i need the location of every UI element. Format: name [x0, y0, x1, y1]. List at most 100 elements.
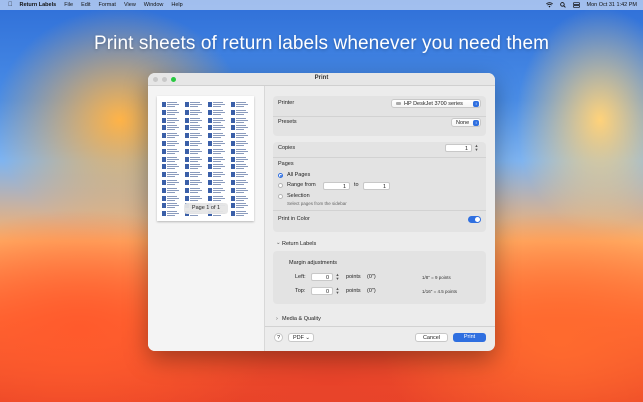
label-line	[190, 119, 202, 121]
wifi-icon[interactable]	[545, 2, 553, 8]
label-line	[213, 174, 225, 176]
label-line	[213, 104, 225, 105]
label-thumbnail	[231, 141, 250, 146]
apple-menu-icon[interactable]: 	[8, 2, 13, 8]
top-margin-stepper[interactable]: ▲ ▼	[335, 286, 340, 296]
label-thumbnail	[162, 187, 181, 193]
control-center-icon[interactable]	[572, 2, 580, 8]
label-thumbnail	[208, 117, 227, 123]
label-logo-icon	[231, 102, 235, 107]
divider	[273, 157, 486, 158]
menu-edit[interactable]: Edit	[81, 2, 90, 8]
label-line	[190, 102, 200, 103]
range-from-field[interactable]: 1	[323, 182, 350, 190]
printer-popup[interactable]: HP DeskJet 3700 series ↕	[391, 99, 481, 108]
top-note: 1/16" = 4.5 points	[422, 289, 457, 294]
all-pages-label: All Pages	[287, 172, 311, 178]
label-logo-icon	[231, 133, 235, 139]
label-line	[190, 150, 202, 152]
label-logo-icon	[185, 187, 189, 193]
media-quality-section[interactable]: Media & Quality	[282, 316, 321, 322]
label-thumbnail	[162, 109, 181, 115]
menu-app-name[interactable]: Return Labels	[20, 2, 57, 8]
menu-bar:  Return Labels File Edit Format View Wi…	[0, 0, 643, 10]
label-logo-icon	[185, 180, 189, 185]
label-line	[167, 176, 175, 178]
label-line	[236, 137, 244, 139]
left-margin-stepper[interactable]: ▲ ▼	[335, 272, 340, 282]
copies-field[interactable]: 1	[445, 144, 472, 152]
pdf-menu-button[interactable]: PDF ⌄	[288, 333, 314, 342]
divider	[273, 210, 486, 211]
label-logo-icon	[162, 133, 166, 139]
return-labels-section[interactable]: Return Labels	[282, 241, 316, 247]
presets-popup[interactable]: None ↕	[451, 118, 481, 127]
preview-sidebar[interactable]: Page 1 of 1	[148, 86, 265, 351]
label-thumbnail	[208, 180, 227, 185]
menu-window[interactable]: Window	[144, 2, 164, 8]
label-line	[236, 113, 244, 115]
label-line	[190, 129, 198, 131]
menu-file[interactable]: File	[64, 2, 73, 8]
label-line	[167, 106, 175, 107]
range-radio[interactable]	[278, 183, 283, 188]
label-line	[213, 148, 223, 150]
label-line	[190, 137, 198, 139]
label-line	[213, 141, 223, 142]
label-thumbnail	[231, 172, 250, 178]
label-line	[167, 215, 175, 217]
label-line	[213, 117, 223, 119]
label-line	[213, 109, 223, 111]
printer-label: Printer	[278, 100, 295, 106]
label-logo-icon	[185, 156, 189, 162]
label-line	[236, 176, 244, 178]
label-line	[167, 104, 179, 105]
menubar-clock[interactable]: Mon Oct 31 1:42 PM	[587, 2, 637, 8]
label-line	[190, 135, 202, 137]
label-line	[213, 187, 223, 189]
label-thumbnail	[231, 148, 250, 154]
copies-stepper[interactable]: ▲ ▼	[474, 143, 479, 153]
label-line	[167, 203, 177, 205]
print-button[interactable]: Print	[453, 333, 486, 342]
label-thumbnail	[162, 117, 181, 123]
label-line	[236, 117, 246, 119]
label-line	[167, 184, 175, 185]
menu-format[interactable]: Format	[99, 2, 116, 8]
print-dialog: Print Page 1 of 1 Printer HP DeskJet 370…	[148, 73, 495, 351]
disclosure-chevron-right-icon[interactable]: ›	[276, 316, 278, 322]
label-line	[190, 133, 200, 135]
all-pages-radio[interactable]	[278, 173, 283, 178]
label-thumbnail	[185, 125, 204, 131]
label-thumbnail	[208, 172, 227, 178]
label-logo-icon	[208, 109, 212, 115]
range-from-label: Range from	[287, 182, 316, 188]
print-in-color-toggle[interactable]	[468, 216, 481, 223]
label-thumbnail	[162, 141, 181, 146]
label-thumbnail	[231, 156, 250, 162]
label-thumbnail	[162, 211, 181, 217]
menu-help[interactable]: Help	[171, 2, 182, 8]
top-margin-field[interactable]: 0	[311, 287, 333, 295]
label-line	[167, 205, 179, 207]
label-line	[213, 199, 221, 201]
label-line	[236, 189, 248, 191]
menu-view[interactable]: View	[124, 2, 136, 8]
range-to-field[interactable]: 1	[363, 182, 390, 190]
label-logo-icon	[231, 164, 235, 170]
left-margin-field[interactable]: 0	[311, 273, 333, 281]
search-icon[interactable]	[559, 2, 566, 8]
cancel-button[interactable]: Cancel	[415, 333, 448, 342]
label-line	[167, 133, 177, 135]
selection-radio[interactable]	[278, 194, 283, 199]
help-button[interactable]: ?	[274, 333, 283, 342]
label-line	[167, 160, 175, 162]
disclosure-chevron-down-icon[interactable]: ⌄	[276, 240, 281, 246]
label-line	[236, 180, 246, 181]
left-inch: (0")	[367, 274, 376, 280]
label-thumbnail	[208, 102, 227, 107]
label-line	[167, 174, 179, 176]
label-line	[236, 148, 246, 150]
label-line	[213, 135, 225, 137]
label-line	[190, 111, 202, 113]
